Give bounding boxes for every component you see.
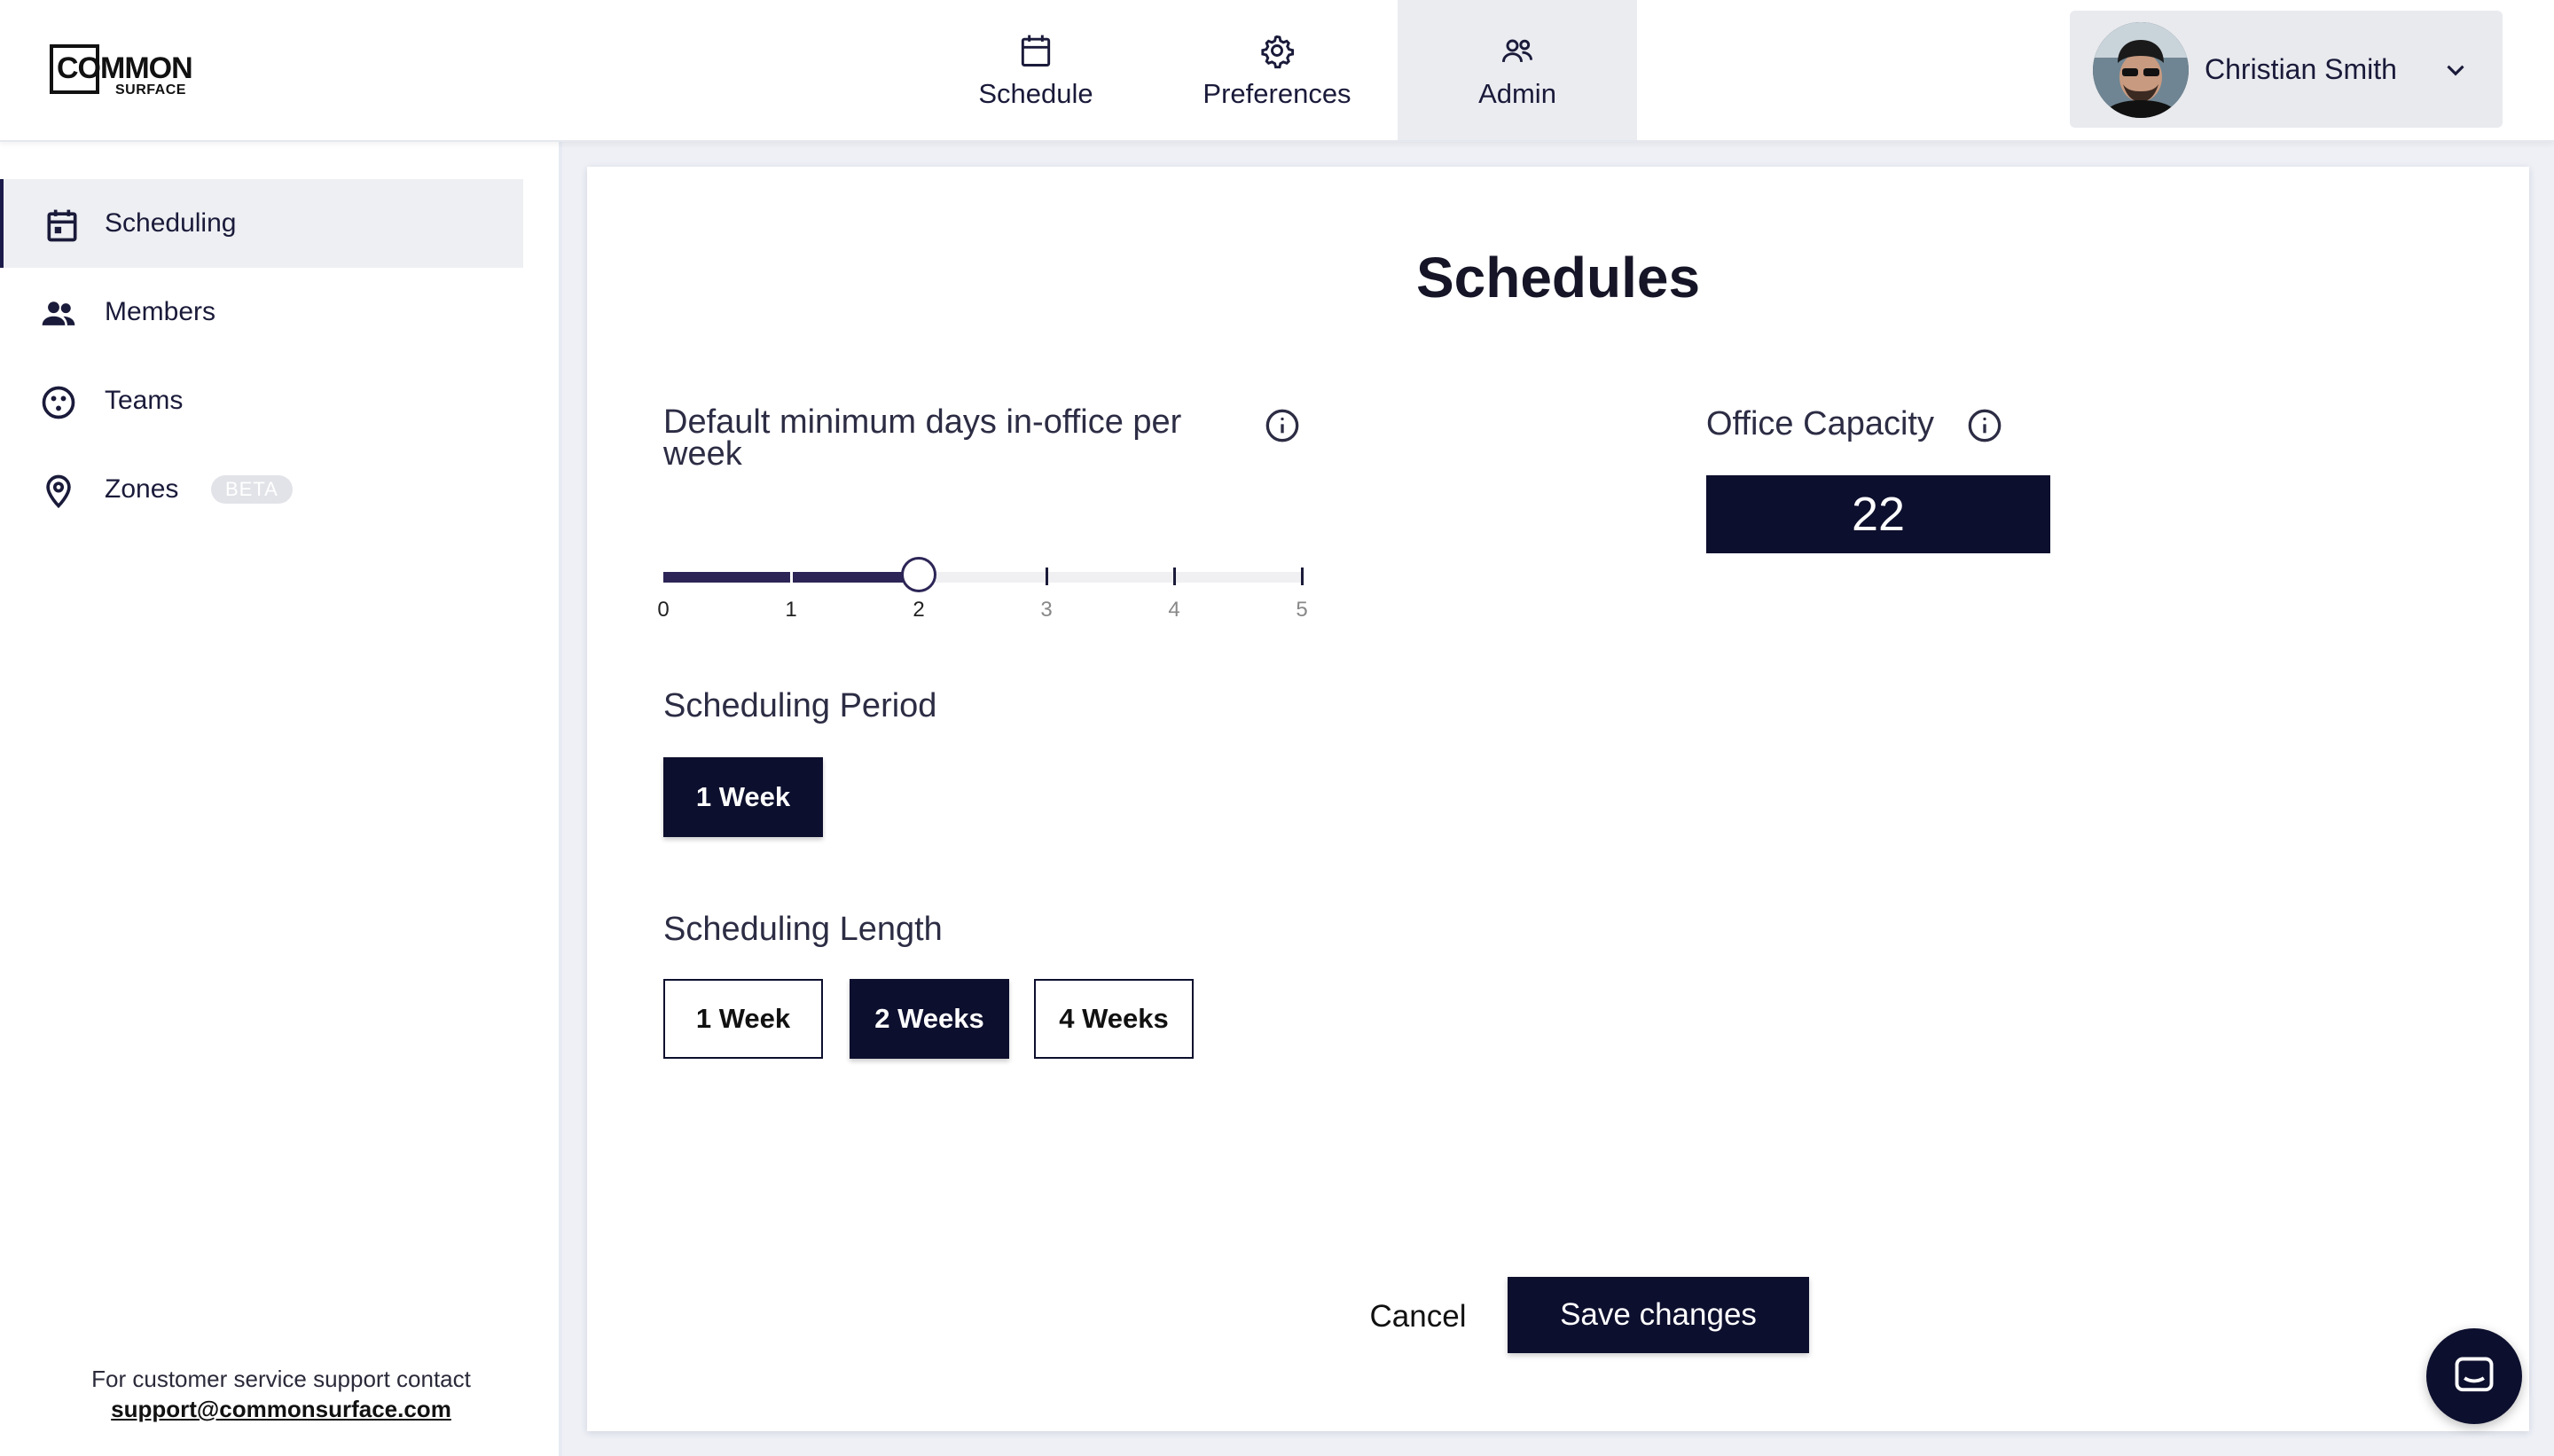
info-icon[interactable] (1265, 408, 1300, 443)
nav-tab-schedule[interactable]: Schedule (916, 0, 1156, 140)
min-days-label-line2: week (663, 435, 742, 473)
slider-tick (1173, 568, 1176, 585)
chat-support-button[interactable] (2426, 1328, 2522, 1424)
min-days-slider[interactable]: 0 1 2 3 4 5 (657, 539, 1309, 622)
office-capacity-input[interactable]: 22 (1706, 475, 2050, 553)
teams-icon (42, 386, 75, 419)
slider-tick-label: 1 (785, 598, 797, 622)
length-option-2-weeks[interactable]: 2 Weeks (850, 979, 1009, 1059)
save-changes-button[interactable]: Save changes (1508, 1277, 1809, 1353)
logo-word-common: COMMON (57, 51, 193, 85)
slider-tick-label: 4 (1168, 598, 1180, 622)
scheduling-length-label: Scheduling Length (663, 911, 943, 948)
slider-tick (1046, 568, 1048, 585)
sidebar-item-label: Zones (105, 474, 179, 504)
cancel-button[interactable]: Cancel (1343, 1279, 1493, 1355)
slider-tick-label: 2 (913, 598, 925, 622)
people-icon (42, 301, 75, 325)
support-email-link[interactable]: support@commonsurface.com (0, 1394, 562, 1424)
scheduling-period-label: Scheduling Period (663, 687, 937, 724)
sidebar-item-label: Members (105, 297, 216, 326)
gear-icon (1261, 35, 1295, 69)
sidebar-item-zones[interactable]: Zones BETA (0, 445, 523, 534)
slider-tick (790, 568, 793, 585)
sidebar: Scheduling Members Teams Zones BETA For … (0, 140, 562, 1456)
min-days-label: Default minimum days in-office per week (663, 404, 1284, 472)
beta-badge: BETA (211, 475, 293, 504)
slider-tick-label: 0 (657, 598, 670, 622)
calendar-icon (47, 209, 77, 242)
support-info: For customer service support contact sup… (0, 1364, 562, 1424)
avatar (2093, 22, 2189, 118)
length-option-4-weeks[interactable]: 4 Weeks (1034, 979, 1194, 1059)
slider-tick-label: 3 (1040, 598, 1053, 622)
slider-tick-label: 5 (1296, 598, 1308, 622)
chat-icon (2455, 1357, 2494, 1392)
period-option-1-week[interactable]: 1 Week (663, 757, 823, 837)
schedules-card: Schedules Default minimum days in-office… (587, 167, 2529, 1431)
office-capacity-label: Office Capacity (1706, 405, 1934, 442)
sidebar-item-teams[interactable]: Teams (0, 356, 523, 445)
sidebar-item-scheduling[interactable]: Scheduling (0, 179, 523, 268)
info-icon[interactable] (1967, 408, 2002, 443)
min-days-label-line1: Default minimum days in-office per (663, 403, 1182, 441)
common-surface-logo[interactable]: COMMON SURFACE (50, 41, 200, 103)
sidebar-item-label: Teams (105, 386, 184, 415)
slider-tick (1301, 568, 1304, 585)
calendar-icon (1021, 35, 1051, 67)
user-name: Christian Smith (2205, 53, 2397, 85)
nav-tab-label: Preferences (1203, 78, 1351, 109)
top-bar: COMMON SURFACE Schedule Preferences Admi… (0, 0, 2554, 142)
length-option-1-week[interactable]: 1 Week (663, 979, 823, 1059)
nav-tab-label: Admin (1478, 78, 1556, 109)
slider-thumb[interactable] (901, 557, 936, 592)
page-title: Schedules (1415, 246, 1701, 309)
nav-tab-admin[interactable]: Admin (1398, 0, 1637, 140)
support-text: For customer service support contact (91, 1366, 471, 1392)
nav-tab-label: Schedule (978, 78, 1093, 109)
sidebar-item-label: Scheduling (105, 208, 237, 238)
nav-tab-preferences[interactable]: Preferences (1157, 0, 1397, 140)
logo-word-surface: SURFACE (115, 82, 186, 98)
location-pin-icon (46, 474, 71, 509)
chevron-down-icon (2447, 65, 2464, 76)
sidebar-item-members[interactable]: Members (0, 268, 523, 356)
admin-users-icon (1501, 39, 1533, 62)
user-menu[interactable]: Christian Smith (2070, 11, 2503, 128)
